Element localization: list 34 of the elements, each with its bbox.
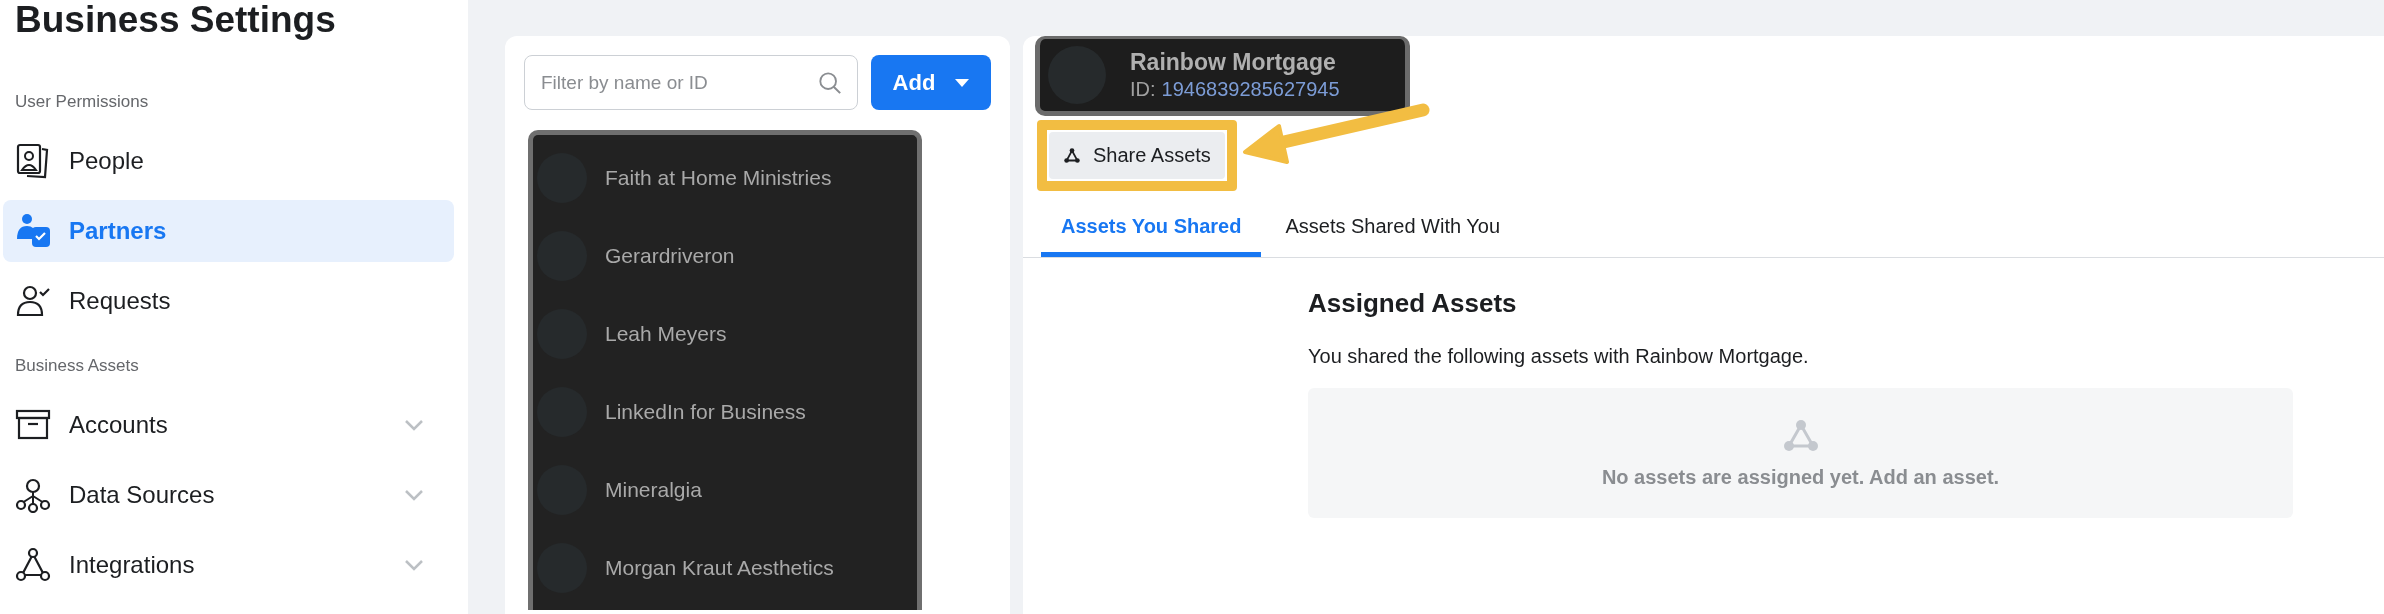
- sidebar-item[interactable]: Accounts: [3, 394, 454, 456]
- partners-icon: [15, 213, 51, 249]
- sidebar-item[interactable]: Data Sources: [3, 464, 454, 526]
- partner-name[interactable]: Leah Meyers: [605, 322, 727, 346]
- section-heading: Business Assets: [14, 355, 140, 377]
- person-check-icon: [15, 283, 51, 319]
- section-heading: User Permissions: [14, 91, 150, 113]
- id-link[interactable]: 1946839285627945: [1161, 78, 1340, 101]
- share-icon: [1063, 146, 1081, 165]
- share-assets-button[interactable]: Share Assets: [1049, 132, 1225, 179]
- partner-name: Rainbow Mortgage: [1130, 49, 1337, 76]
- id-card-icon: [15, 143, 51, 179]
- add-button[interactable]: Add: [871, 55, 991, 110]
- caret-icon: [955, 78, 970, 87]
- search-icon: [818, 71, 842, 95]
- empty-message: No assets are assigned yet. Add an asset.: [1601, 465, 2000, 489]
- description-text: You shared the following assets with Rainbow Mortgage.: [1308, 345, 1810, 368]
- sidebar-item[interactable]: Requests: [3, 270, 454, 332]
- sidebar-item[interactable]: Integrations: [3, 534, 454, 596]
- page-title: Business Settings: [14, 0, 337, 40]
- tab[interactable]: Assets Shared With You: [1265, 209, 1521, 257]
- partner-name[interactable]: Morgan Kraut Aesthetics: [605, 556, 834, 580]
- nodes-icon: [15, 477, 51, 513]
- sidebar-item[interactable]: People: [3, 130, 454, 192]
- id-label: ID:: [1130, 78, 1156, 101]
- sidebar-item[interactable]: Partners: [3, 200, 454, 262]
- partner-name[interactable]: LinkedIn for Business: [605, 400, 806, 424]
- triangle-nodes-icon: [15, 547, 51, 583]
- tab[interactable]: Assets You Shared: [1041, 209, 1262, 257]
- search-field[interactable]: Filter by name or ID: [524, 55, 858, 110]
- section-title: Assigned Assets: [1308, 288, 1518, 319]
- partner-name[interactable]: Gerardriveron: [605, 244, 735, 268]
- partner-name[interactable]: Faith at Home Ministries: [605, 166, 832, 190]
- partner-name[interactable]: Mineralgia: [605, 478, 702, 502]
